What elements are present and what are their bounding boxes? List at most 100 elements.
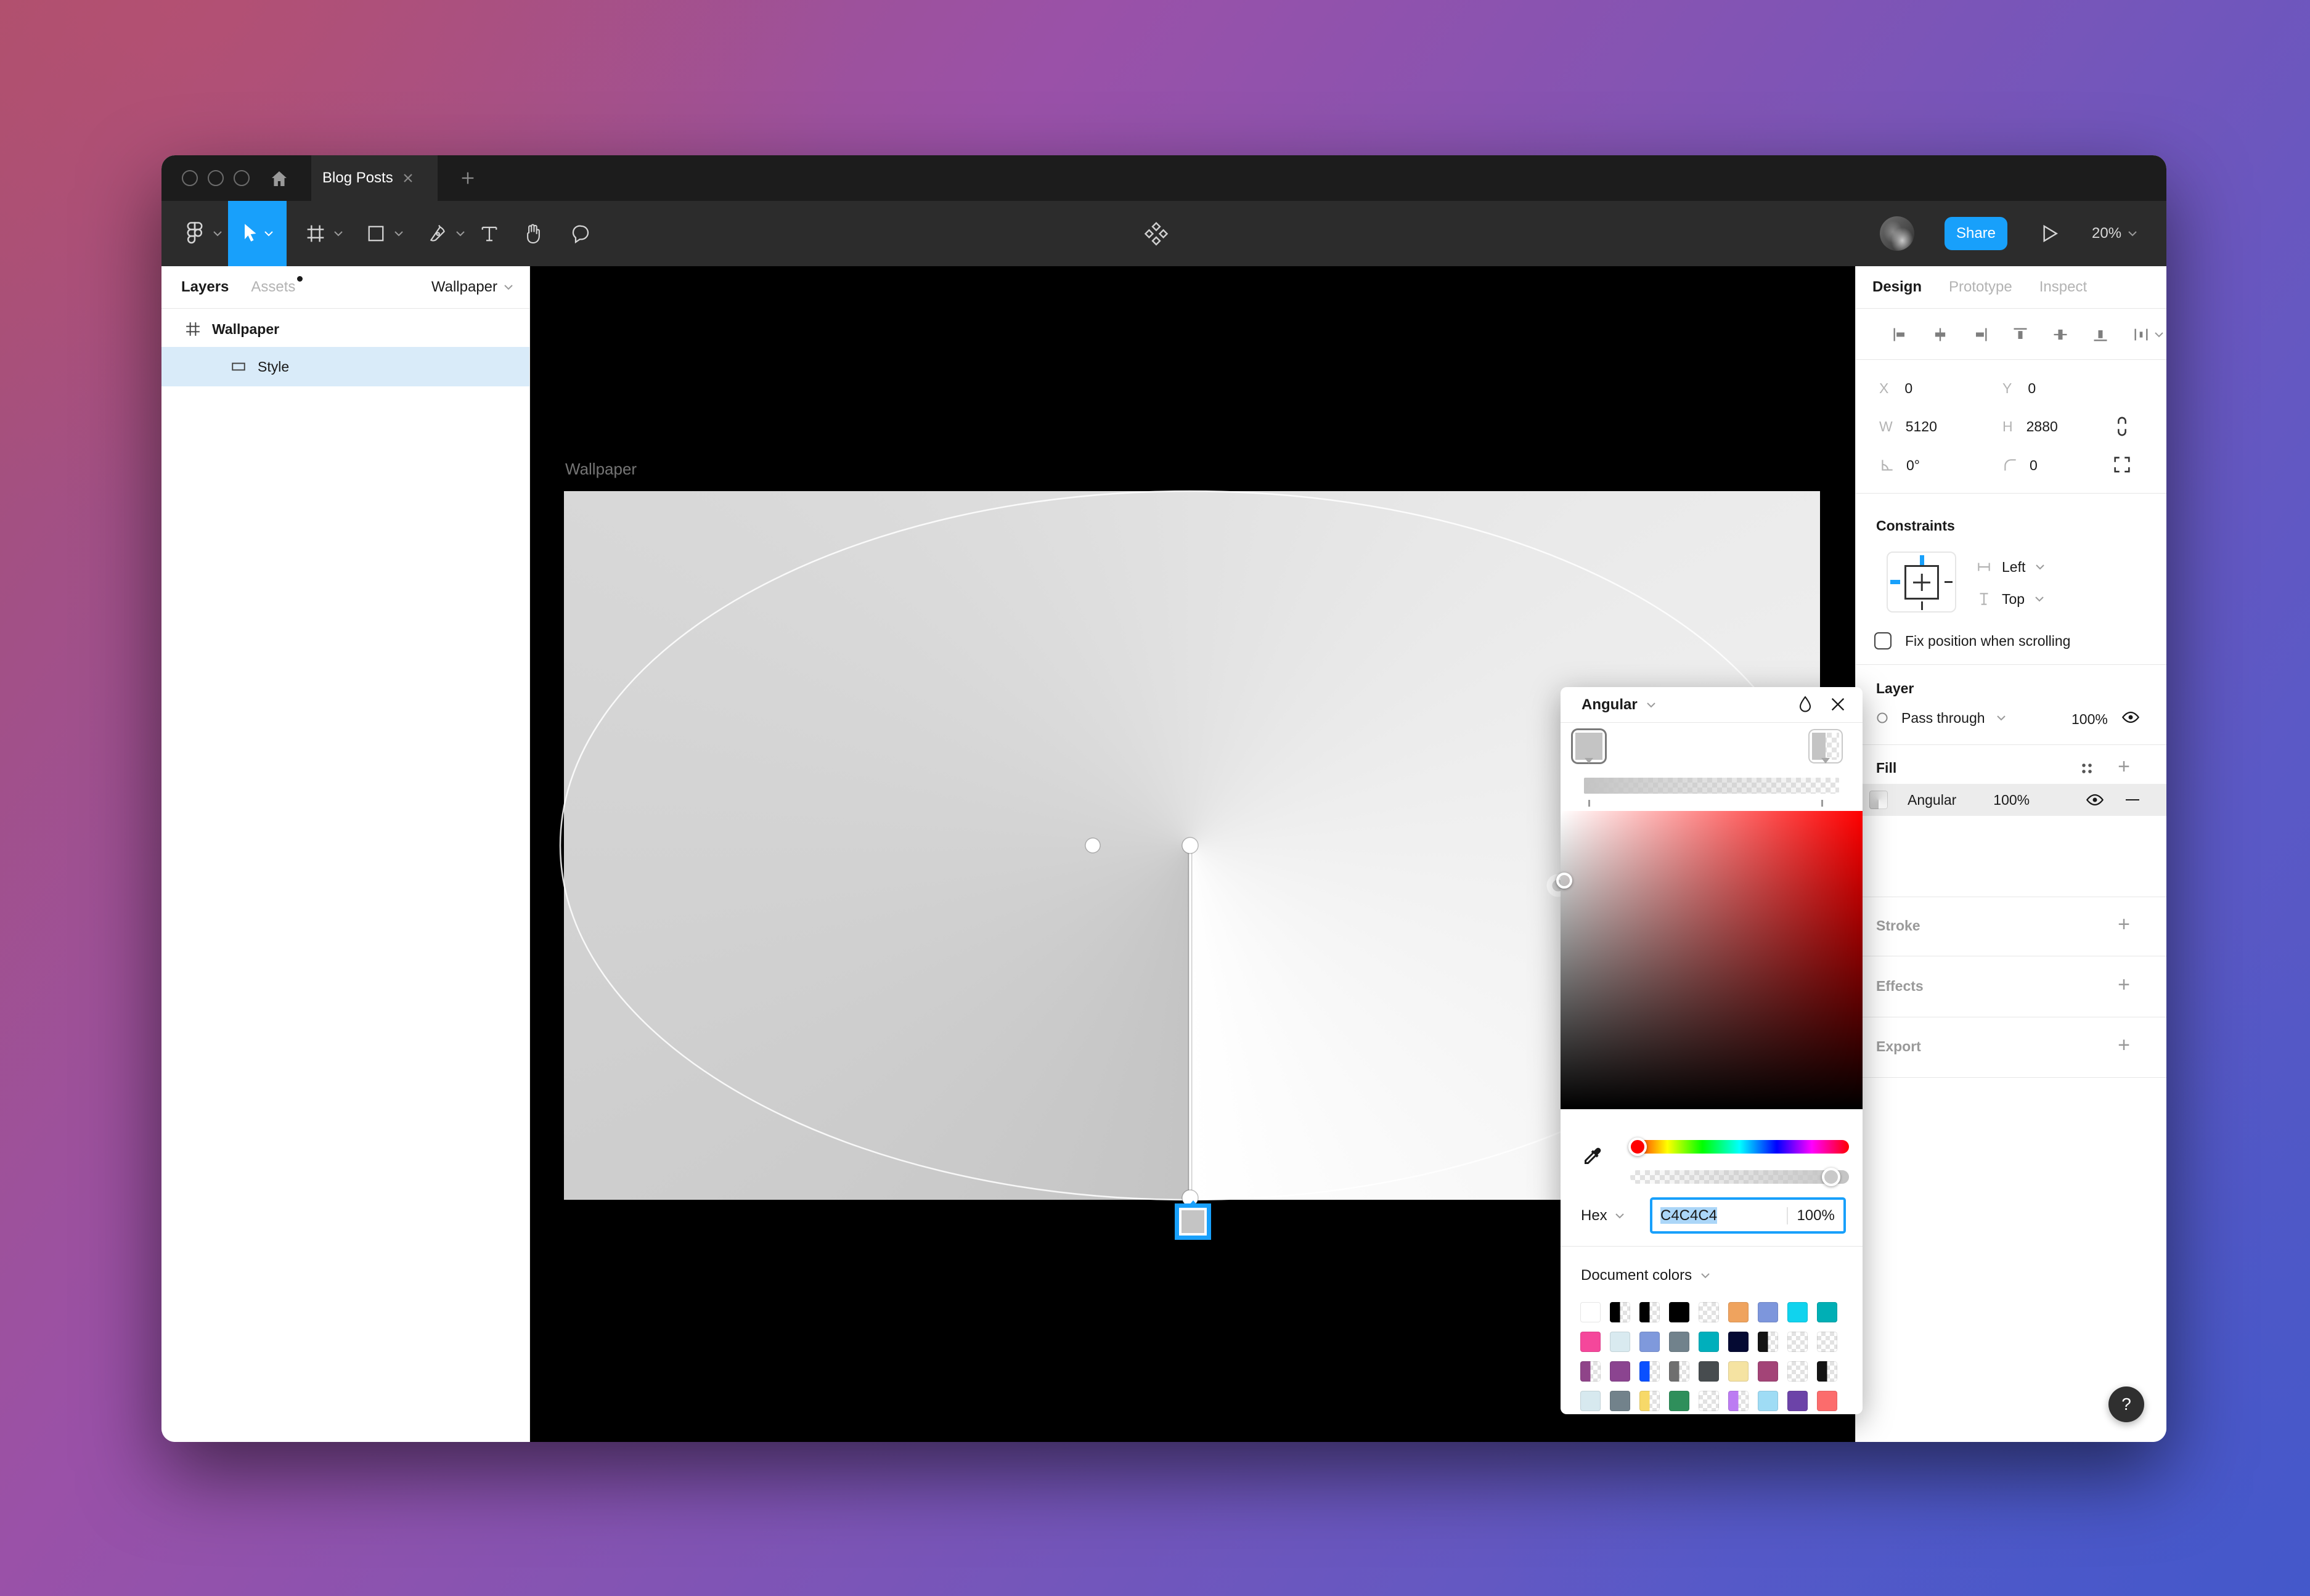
color-swatch[interactable] bbox=[1787, 1332, 1808, 1352]
color-swatch[interactable] bbox=[1817, 1361, 1837, 1382]
traffic-light-close[interactable] bbox=[182, 170, 198, 186]
fix-position-row[interactable]: Fix position when scrolling bbox=[1874, 627, 2070, 654]
vertical-constraint-select[interactable]: Top bbox=[1976, 585, 2044, 613]
blend-mode-select[interactable]: Pass through bbox=[1874, 704, 2006, 731]
add-effect-icon[interactable]: + bbox=[2113, 975, 2134, 996]
color-swatch[interactable] bbox=[1669, 1391, 1689, 1411]
color-swatch[interactable] bbox=[1669, 1332, 1689, 1352]
move-tool-chevron-icon[interactable] bbox=[264, 230, 274, 237]
color-swatch[interactable] bbox=[1580, 1361, 1601, 1382]
color-swatch[interactable] bbox=[1699, 1332, 1719, 1352]
alpha-slider[interactable] bbox=[1630, 1170, 1849, 1184]
color-swatch[interactable] bbox=[1758, 1332, 1778, 1352]
hue-slider-handle[interactable] bbox=[1628, 1138, 1647, 1156]
close-icon[interactable] bbox=[1829, 696, 1847, 713]
fill-opacity-value[interactable]: 100% bbox=[1993, 792, 2030, 808]
main-menu-icon[interactable] bbox=[178, 201, 212, 266]
align-bottom-icon[interactable] bbox=[2092, 326, 2109, 343]
tab-layers[interactable]: Layers bbox=[181, 279, 229, 296]
align-vertical-center-icon[interactable] bbox=[2052, 326, 2069, 343]
color-swatch[interactable] bbox=[1639, 1391, 1660, 1411]
y-position-field[interactable]: Y0 bbox=[2002, 375, 2036, 402]
constraint-top-pin[interactable] bbox=[1920, 555, 1924, 565]
layer-row-style[interactable]: Style bbox=[161, 347, 529, 386]
tab-inspect[interactable]: Inspect bbox=[2039, 279, 2087, 296]
home-icon[interactable] bbox=[269, 169, 289, 189]
alpha-input[interactable]: 100% bbox=[1787, 1207, 1843, 1224]
color-swatch[interactable] bbox=[1787, 1302, 1808, 1322]
color-swatch[interactable] bbox=[1639, 1302, 1660, 1322]
page-selector[interactable]: Wallpaper bbox=[431, 266, 513, 308]
color-swatch[interactable] bbox=[1728, 1391, 1749, 1411]
traffic-light-minimize[interactable] bbox=[208, 170, 224, 186]
text-tool-button[interactable] bbox=[475, 201, 504, 266]
color-swatch[interactable] bbox=[1728, 1302, 1749, 1322]
selected-gradient-stop-handle[interactable] bbox=[1175, 1203, 1211, 1240]
x-position-field[interactable]: X0 bbox=[1879, 375, 1912, 402]
rotation-field[interactable]: 0° bbox=[1879, 452, 1920, 479]
color-swatch[interactable] bbox=[1817, 1391, 1837, 1411]
layer-opacity-value[interactable]: 100% bbox=[2071, 711, 2108, 728]
color-swatch[interactable] bbox=[1728, 1361, 1749, 1382]
tab-design[interactable]: Design bbox=[1872, 279, 1922, 296]
color-swatch[interactable] bbox=[1699, 1361, 1719, 1382]
color-swatch[interactable] bbox=[1817, 1332, 1837, 1352]
height-field[interactable]: H2880 bbox=[2002, 413, 2058, 440]
constraint-bottom-pin[interactable] bbox=[1921, 601, 1923, 610]
color-swatch[interactable] bbox=[1758, 1302, 1778, 1322]
gradient-stop-start[interactable] bbox=[1573, 730, 1605, 762]
pen-tool-button[interactable] bbox=[423, 201, 452, 266]
color-swatch[interactable] bbox=[1610, 1391, 1630, 1411]
horizontal-constraint-select[interactable]: Left bbox=[1976, 553, 2045, 580]
pen-tool-chevron-icon[interactable] bbox=[452, 201, 468, 266]
color-field-cursor[interactable] bbox=[1556, 873, 1572, 889]
fill-visibility-eye-icon[interactable] bbox=[2085, 790, 2105, 810]
tab-close-icon[interactable] bbox=[402, 172, 414, 184]
gradient-preview-bar[interactable] bbox=[1584, 778, 1839, 794]
add-stroke-icon[interactable]: + bbox=[2113, 915, 2134, 936]
help-button[interactable]: ? bbox=[2108, 1386, 2144, 1422]
move-tool-button[interactable] bbox=[228, 201, 287, 266]
avatar[interactable] bbox=[1880, 216, 1914, 251]
fill-swatch-thumbnail[interactable] bbox=[1869, 791, 1888, 809]
distribute-menu[interactable] bbox=[2132, 326, 2164, 343]
tab-assets[interactable]: Assets bbox=[251, 279, 295, 296]
corner-radius-field[interactable]: 0 bbox=[2002, 452, 2038, 479]
color-swatch[interactable] bbox=[1639, 1332, 1660, 1352]
align-top-icon[interactable] bbox=[2012, 326, 2029, 343]
new-tab-icon[interactable] bbox=[459, 169, 476, 187]
layer-row-wallpaper[interactable]: Wallpaper bbox=[161, 311, 529, 347]
color-swatch[interactable] bbox=[1699, 1302, 1719, 1322]
align-right-icon[interactable] bbox=[1972, 326, 1989, 343]
fill-styles-icon[interactable] bbox=[2078, 759, 2096, 778]
hand-tool-button[interactable] bbox=[518, 201, 547, 266]
eyedropper-icon[interactable] bbox=[1581, 1146, 1603, 1168]
add-fill-icon[interactable]: + bbox=[2113, 757, 2134, 778]
color-swatch[interactable] bbox=[1699, 1391, 1719, 1411]
constrain-proportions-icon[interactable] bbox=[2112, 414, 2132, 439]
color-swatch[interactable] bbox=[1787, 1361, 1808, 1382]
color-swatch[interactable] bbox=[1639, 1361, 1660, 1382]
color-format-select[interactable]: Hex bbox=[1581, 1197, 1625, 1234]
color-swatch[interactable] bbox=[1580, 1332, 1601, 1352]
gradient-stop-end[interactable] bbox=[1810, 730, 1842, 762]
tab-blog-posts[interactable]: Blog Posts bbox=[311, 155, 438, 201]
color-swatch[interactable] bbox=[1669, 1361, 1689, 1382]
document-colors-header[interactable]: Document colors bbox=[1581, 1261, 1710, 1290]
align-horizontal-center-icon[interactable] bbox=[1932, 326, 1949, 343]
color-swatch[interactable] bbox=[1787, 1391, 1808, 1411]
remove-fill-icon[interactable] bbox=[2126, 799, 2139, 801]
present-play-icon[interactable] bbox=[2035, 201, 2065, 266]
tab-prototype[interactable]: Prototype bbox=[1949, 279, 2012, 296]
color-swatch[interactable] bbox=[1580, 1391, 1601, 1411]
saturation-brightness-field[interactable] bbox=[1561, 811, 1863, 1109]
color-swatch[interactable] bbox=[1610, 1332, 1630, 1352]
color-swatch[interactable] bbox=[1580, 1302, 1601, 1322]
alpha-slider-handle[interactable] bbox=[1822, 1168, 1840, 1186]
independent-corners-icon[interactable] bbox=[2112, 454, 2132, 475]
add-export-icon[interactable]: + bbox=[2113, 1036, 2134, 1057]
traffic-light-zoom[interactable] bbox=[234, 170, 250, 186]
share-button[interactable]: Share bbox=[1945, 217, 2007, 250]
color-blend-droplet-icon[interactable] bbox=[1796, 695, 1814, 715]
width-field[interactable]: W5120 bbox=[1879, 413, 1937, 440]
